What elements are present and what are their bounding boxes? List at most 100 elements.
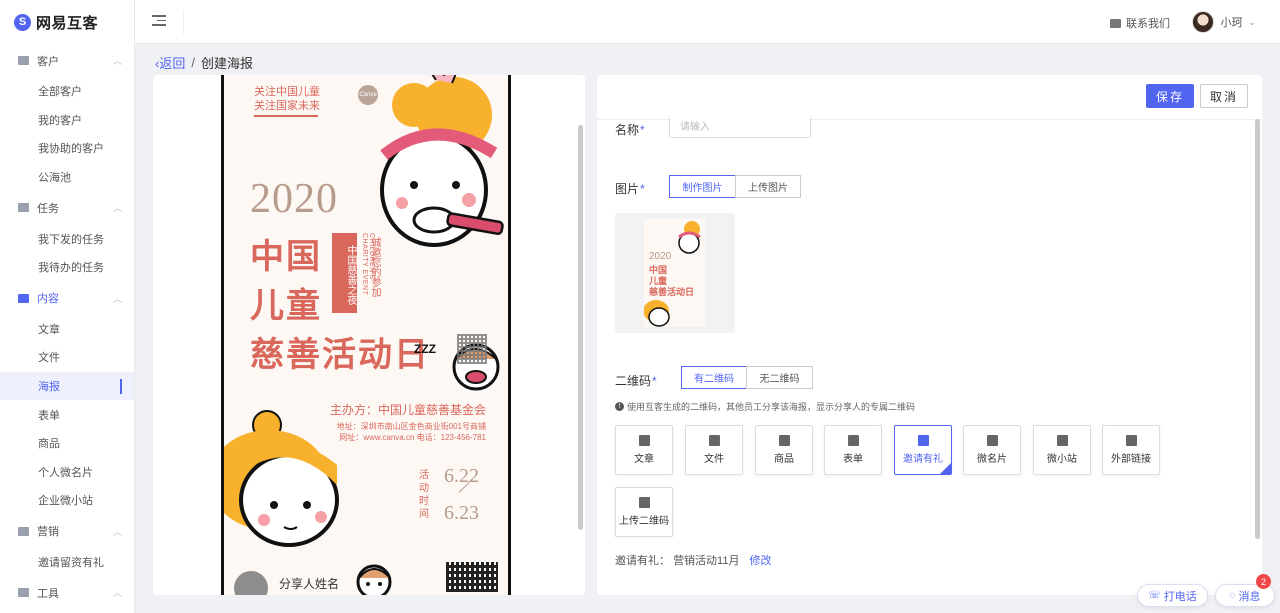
type-form[interactable]: 表单 xyxy=(824,425,882,475)
poster-underline xyxy=(254,115,318,117)
app-logo[interactable]: S 网易互客 xyxy=(0,0,134,44)
make-image-button[interactable]: 制作图片 xyxy=(669,175,736,198)
sidebar: S 网易互客 客户 ︿ 全部客户 我的客户 我协助的客户 公海池 任务 ︿ 我下… xyxy=(0,0,135,613)
poster-qr-small xyxy=(457,334,487,364)
form-icon xyxy=(847,435,859,446)
nav-group-marketing[interactable]: 营销 ︿ xyxy=(0,515,134,548)
type-upload-qrcode[interactable]: 上传二维码 xyxy=(615,487,673,537)
user-menu[interactable]: 小珂 ⌄ xyxy=(1192,11,1256,33)
sidebar-item-issued-tasks[interactable]: 我下发的任务 xyxy=(0,224,134,253)
nav-group-content[interactable]: 内容 ︿ xyxy=(0,282,134,315)
logo-icon: S xyxy=(14,13,31,31)
type-article[interactable]: 文章 xyxy=(615,425,673,475)
thumbnail-line-3: 慈善活动日 xyxy=(649,287,695,297)
customer-icon xyxy=(18,56,29,65)
article-icon xyxy=(638,435,650,446)
sidebar-item-invite-reward[interactable]: 邀请留资有礼 xyxy=(0,548,134,577)
sidebar-item-poster[interactable]: 海报 xyxy=(0,371,134,401)
type-business-card[interactable]: 微名片 xyxy=(963,425,1021,475)
thumbnail-poster: 2020 中国 儿童 慈善活动日 xyxy=(644,219,705,327)
top-header: 联系我们 小珂 ⌄ xyxy=(135,0,1280,44)
nav-group-customer[interactable]: 客户 ︿ xyxy=(0,44,134,77)
type-file[interactable]: 文件 xyxy=(685,425,743,475)
chevron-up-icon: ︿ xyxy=(112,293,122,304)
sidebar-item-form[interactable]: 表单 xyxy=(0,400,134,429)
name-label: 名称* xyxy=(615,123,645,137)
poster-website: 网址：www.canva.cn 电话：123-456-781 xyxy=(339,433,486,442)
sidebar-item-public-pool[interactable]: 公海池 xyxy=(0,163,134,192)
image-label: 图片* xyxy=(615,182,645,196)
qrcode-tip: ! 使用互客生成的二维码，其他员工分享该海报，显示分享人的专属二维码 xyxy=(615,400,915,413)
home-icon xyxy=(1056,435,1068,446)
sidebar-item-all-customers[interactable]: 全部客户 xyxy=(0,77,134,106)
poster-english-text: CHILDREN'S CHARITY EVENT xyxy=(361,233,375,296)
sidebar-item-product[interactable]: 商品 xyxy=(0,429,134,458)
contact-us-label: 联系我们 xyxy=(1126,18,1170,30)
poster-year: 2020 xyxy=(250,176,338,222)
nav-group-task[interactable]: 任务 ︿ xyxy=(0,191,134,224)
link-icon xyxy=(1125,435,1137,446)
type-micro-site[interactable]: 微小站 xyxy=(1033,425,1091,475)
nav-group-tools[interactable]: 工具 ︿ xyxy=(0,576,134,609)
sharer-name: 分享人姓名 xyxy=(279,577,340,591)
card-icon xyxy=(986,435,998,446)
back-link[interactable]: ‹返回 xyxy=(155,53,185,72)
task-icon xyxy=(18,203,29,213)
preview-scrollbar[interactable] xyxy=(578,125,583,530)
logo-text: 网易互客 xyxy=(36,14,99,32)
form-scrollbar[interactable] xyxy=(1255,119,1260,539)
poster-address-block: 地址：深圳市南山区金色商业街001号商铺 网址：www.canva.cn 电话：… xyxy=(337,421,486,443)
call-button[interactable]: ☏ 打电话 xyxy=(1137,584,1208,607)
chevron-up-icon: ︿ xyxy=(112,526,122,537)
sidebar-item-article[interactable]: 文章 xyxy=(0,315,134,344)
breadcrumb: ‹返回 / 创建海报 xyxy=(155,53,253,72)
sidebar-item-assisted-customers[interactable]: 我协助的客户 xyxy=(0,134,134,163)
tools-icon xyxy=(18,588,29,598)
page-title: 创建海报 xyxy=(200,56,253,71)
poster-title-line-3: 慈善活动日 xyxy=(250,336,430,374)
poster-canvas: 关注中国儿童 关注国家未来 Canva 2020 中国 儿童 慈善活动日 中国慈… xyxy=(221,75,511,595)
poster-thumbnail[interactable]: 2020 中国 儿童 慈善活动日 xyxy=(615,213,735,333)
sidebar-item-my-customers[interactable]: 我的客户 xyxy=(0,106,134,135)
thumbnail-girl-bottom xyxy=(644,300,670,327)
sidebar-item-micro-site[interactable]: 企业微小站 xyxy=(0,486,134,515)
header-divider xyxy=(183,10,184,34)
avatar xyxy=(1192,11,1215,33)
chevron-up-icon: ︿ xyxy=(112,56,122,66)
invite-gift-label: 邀请有礼： 营销活动11月 xyxy=(615,555,740,567)
poster-date-start: 6.22 xyxy=(444,465,479,487)
upload-image-button[interactable]: 上传图片 xyxy=(735,175,801,198)
name-input[interactable] xyxy=(669,118,811,138)
cancel-button[interactable]: 取消 xyxy=(1200,84,1248,108)
poster-date-label: 活动时间 xyxy=(419,470,429,520)
qrcode-label: 二维码* xyxy=(615,374,657,388)
chevron-up-icon: ︿ xyxy=(112,203,122,214)
thumbnail-girl-illustration xyxy=(678,221,701,254)
message-count-badge: 2 xyxy=(1256,574,1271,589)
has-qrcode-button[interactable]: 有二维码 xyxy=(681,366,747,389)
qrcode-icon xyxy=(638,497,650,508)
no-qrcode-button[interactable]: 无二维码 xyxy=(746,366,813,389)
sidebar-item-business-card[interactable]: 个人微名片 xyxy=(0,458,134,487)
type-external-link[interactable]: 外部链接 xyxy=(1102,425,1160,475)
sleep-zzz: ZZZ xyxy=(414,342,436,356)
edit-link[interactable]: 修改 xyxy=(749,552,771,568)
menu-collapse-icon[interactable] xyxy=(152,15,166,27)
save-button[interactable]: 保存 xyxy=(1146,84,1194,108)
poster-date-end: 6.23 xyxy=(444,502,479,524)
type-product[interactable]: 商品 xyxy=(755,425,813,475)
type-invite-gift[interactable]: 邀请有礼 xyxy=(894,425,952,475)
thumbnail-year: 2020 xyxy=(649,251,672,262)
content-icon xyxy=(18,293,29,303)
sidebar-item-file[interactable]: 文件 xyxy=(0,343,134,372)
sidebar-item-todo-tasks[interactable]: 我待办的任务 xyxy=(0,253,134,282)
sharer-qrcode xyxy=(446,562,498,592)
poster-address: 地址：深圳市南山区金色商业街001号商铺 xyxy=(336,422,486,431)
chat-icon xyxy=(1110,18,1121,28)
info-icon: ! xyxy=(615,402,624,411)
contact-us-button[interactable]: 联系我们 xyxy=(1110,15,1170,31)
breadcrumb-separator: / xyxy=(191,55,195,70)
chevron-up-icon: ︿ xyxy=(112,588,122,599)
invite-gift-row: 邀请有礼： 营销活动11月 修改 xyxy=(615,552,771,568)
marketing-icon xyxy=(18,526,29,536)
